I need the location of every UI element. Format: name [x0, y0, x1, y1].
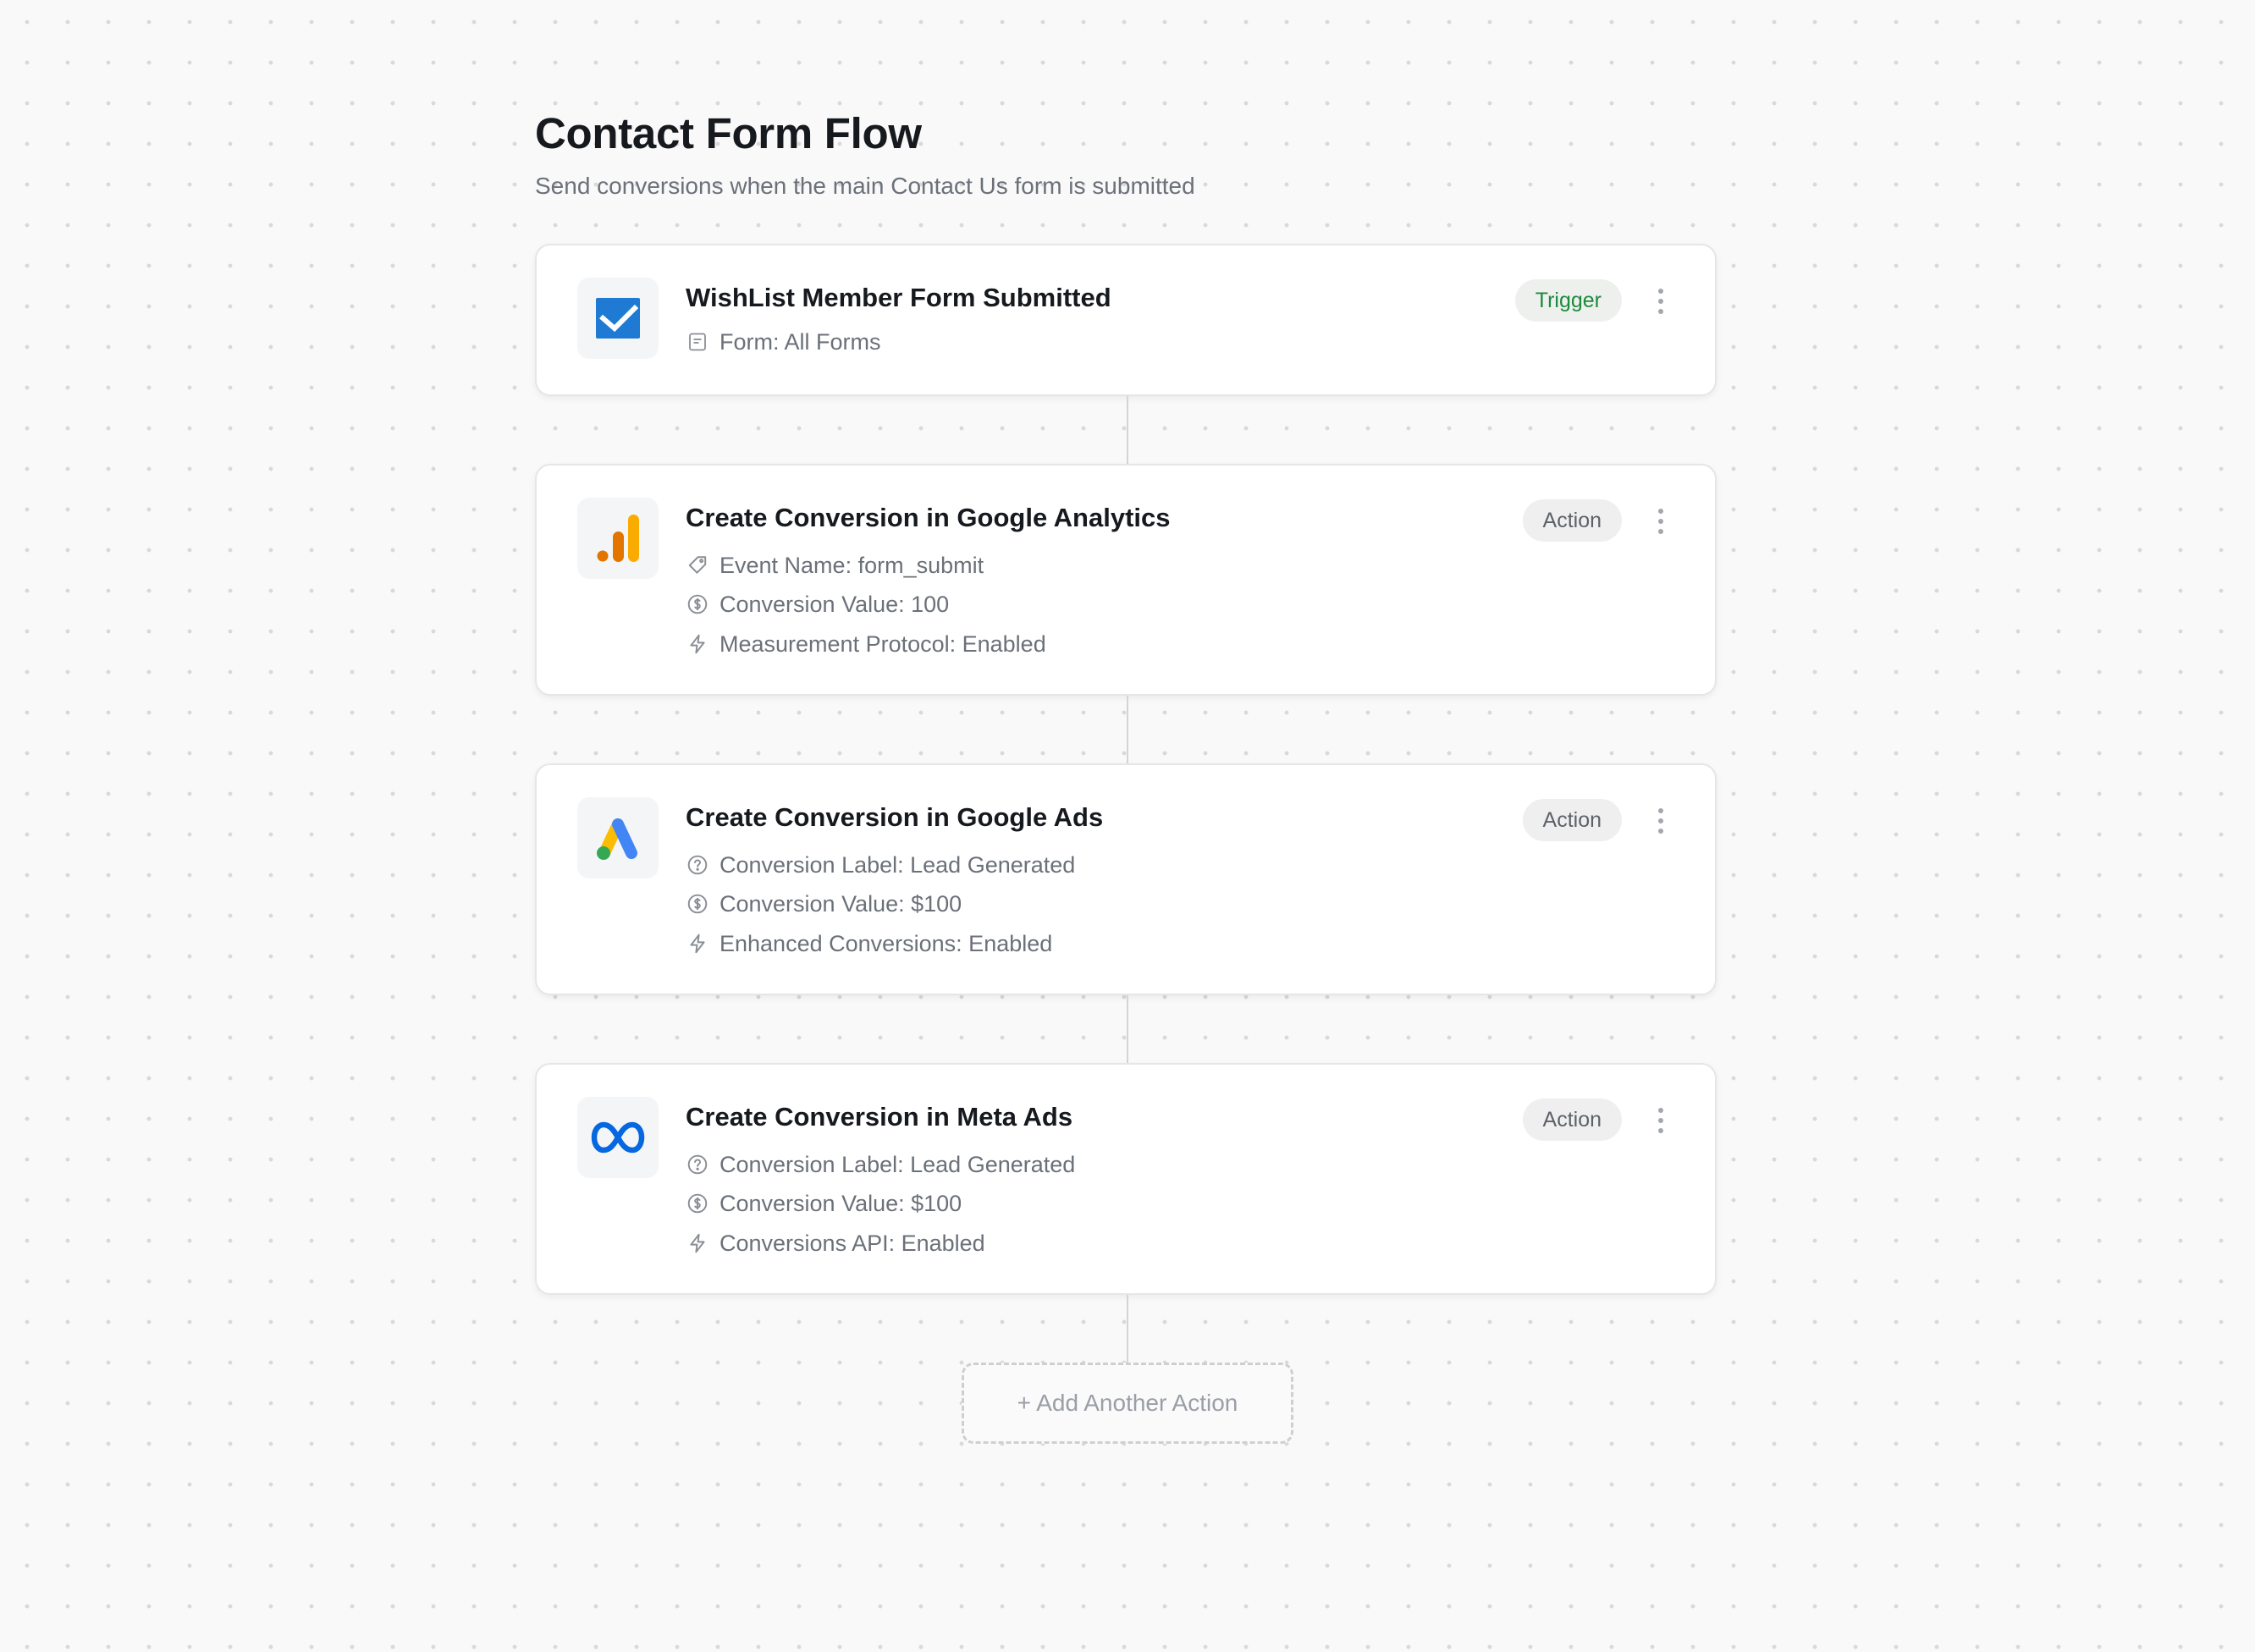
lightning-icon	[686, 932, 709, 955]
question-circle-icon	[686, 1153, 709, 1176]
lightning-icon	[686, 1231, 709, 1255]
detail-row: Conversions API: Enabled	[686, 1226, 985, 1260]
flow-connector	[1127, 1295, 1128, 1363]
detail-text: Conversion Label: Lead Generated	[720, 1151, 1076, 1177]
detail-row: Enhanced Conversions: Enabled	[686, 927, 1052, 961]
page-title: Contact Form Flow	[535, 109, 922, 157]
detail-text: Form: All Forms	[720, 328, 881, 355]
action-badge: Action	[1522, 1099, 1622, 1141]
detail-text: Conversion Label: Lead Generated	[720, 851, 1076, 878]
detail-row: Conversion Value: $100	[686, 1187, 962, 1220]
detail-row: Conversion Value: 100	[686, 587, 949, 621]
add-another-action-button[interactable]: + Add Another Action	[962, 1363, 1293, 1444]
lightning-icon	[686, 632, 709, 656]
more-options-icon[interactable]	[1651, 806, 1671, 836]
action-badge: Action	[1522, 799, 1622, 841]
flow-connector	[1127, 696, 1128, 763]
wishlist-member-logo-icon	[577, 278, 659, 359]
step-title: WishList Member Form Submitted	[686, 283, 1111, 312]
action-card-google-ads[interactable]: Create Conversion in Google Ads Conversi…	[535, 763, 1717, 995]
dollar-circle-icon	[686, 892, 709, 916]
page-subtitle: Send conversions when the main Contact U…	[535, 173, 1195, 199]
question-circle-icon	[686, 853, 709, 877]
trigger-badge: Trigger	[1514, 279, 1622, 322]
detail-row: Conversion Value: $100	[686, 887, 962, 921]
detail-row: Conversion Label: Lead Generated	[686, 848, 1075, 882]
detail-text: Measurement Protocol: Enabled	[720, 631, 1046, 657]
dollar-circle-icon	[686, 592, 709, 616]
detail-text: Conversion Value: 100	[720, 591, 950, 617]
detail-text: Conversion Value: $100	[720, 1190, 962, 1216]
more-options-icon[interactable]	[1651, 286, 1671, 317]
more-options-icon[interactable]	[1651, 1105, 1671, 1136]
trigger-card[interactable]: WishList Member Form Submitted Form: All…	[535, 244, 1717, 396]
detail-row: Measurement Protocol: Enabled	[686, 627, 1046, 661]
detail-row: Form: All Forms	[686, 325, 881, 359]
detail-row: Conversion Label: Lead Generated	[686, 1148, 1075, 1181]
more-options-icon[interactable]	[1651, 506, 1671, 537]
google-analytics-logo-icon	[577, 498, 659, 579]
form-icon	[686, 330, 709, 354]
flow-connector	[1127, 396, 1128, 464]
step-title: Create Conversion in Google Analytics	[686, 503, 1171, 532]
step-title: Create Conversion in Meta Ads	[686, 1102, 1073, 1132]
flow-connector	[1127, 995, 1128, 1063]
action-badge: Action	[1522, 499, 1622, 542]
dollar-circle-icon	[686, 1192, 709, 1215]
google-ads-logo-icon	[577, 797, 659, 878]
action-card-meta-ads[interactable]: Create Conversion in Meta Ads Conversion…	[535, 1063, 1717, 1295]
detail-row: Event Name: form_submit	[686, 548, 984, 582]
detail-text: Enhanced Conversions: Enabled	[720, 930, 1053, 956]
detail-text: Event Name: form_submit	[720, 552, 984, 578]
meta-logo-icon	[577, 1097, 659, 1178]
detail-text: Conversion Value: $100	[720, 890, 962, 917]
step-title: Create Conversion in Google Ads	[686, 802, 1104, 832]
detail-text: Conversions API: Enabled	[720, 1230, 985, 1256]
tag-icon	[686, 553, 709, 577]
action-card-google-analytics[interactable]: Create Conversion in Google Analytics Ev…	[535, 464, 1717, 696]
